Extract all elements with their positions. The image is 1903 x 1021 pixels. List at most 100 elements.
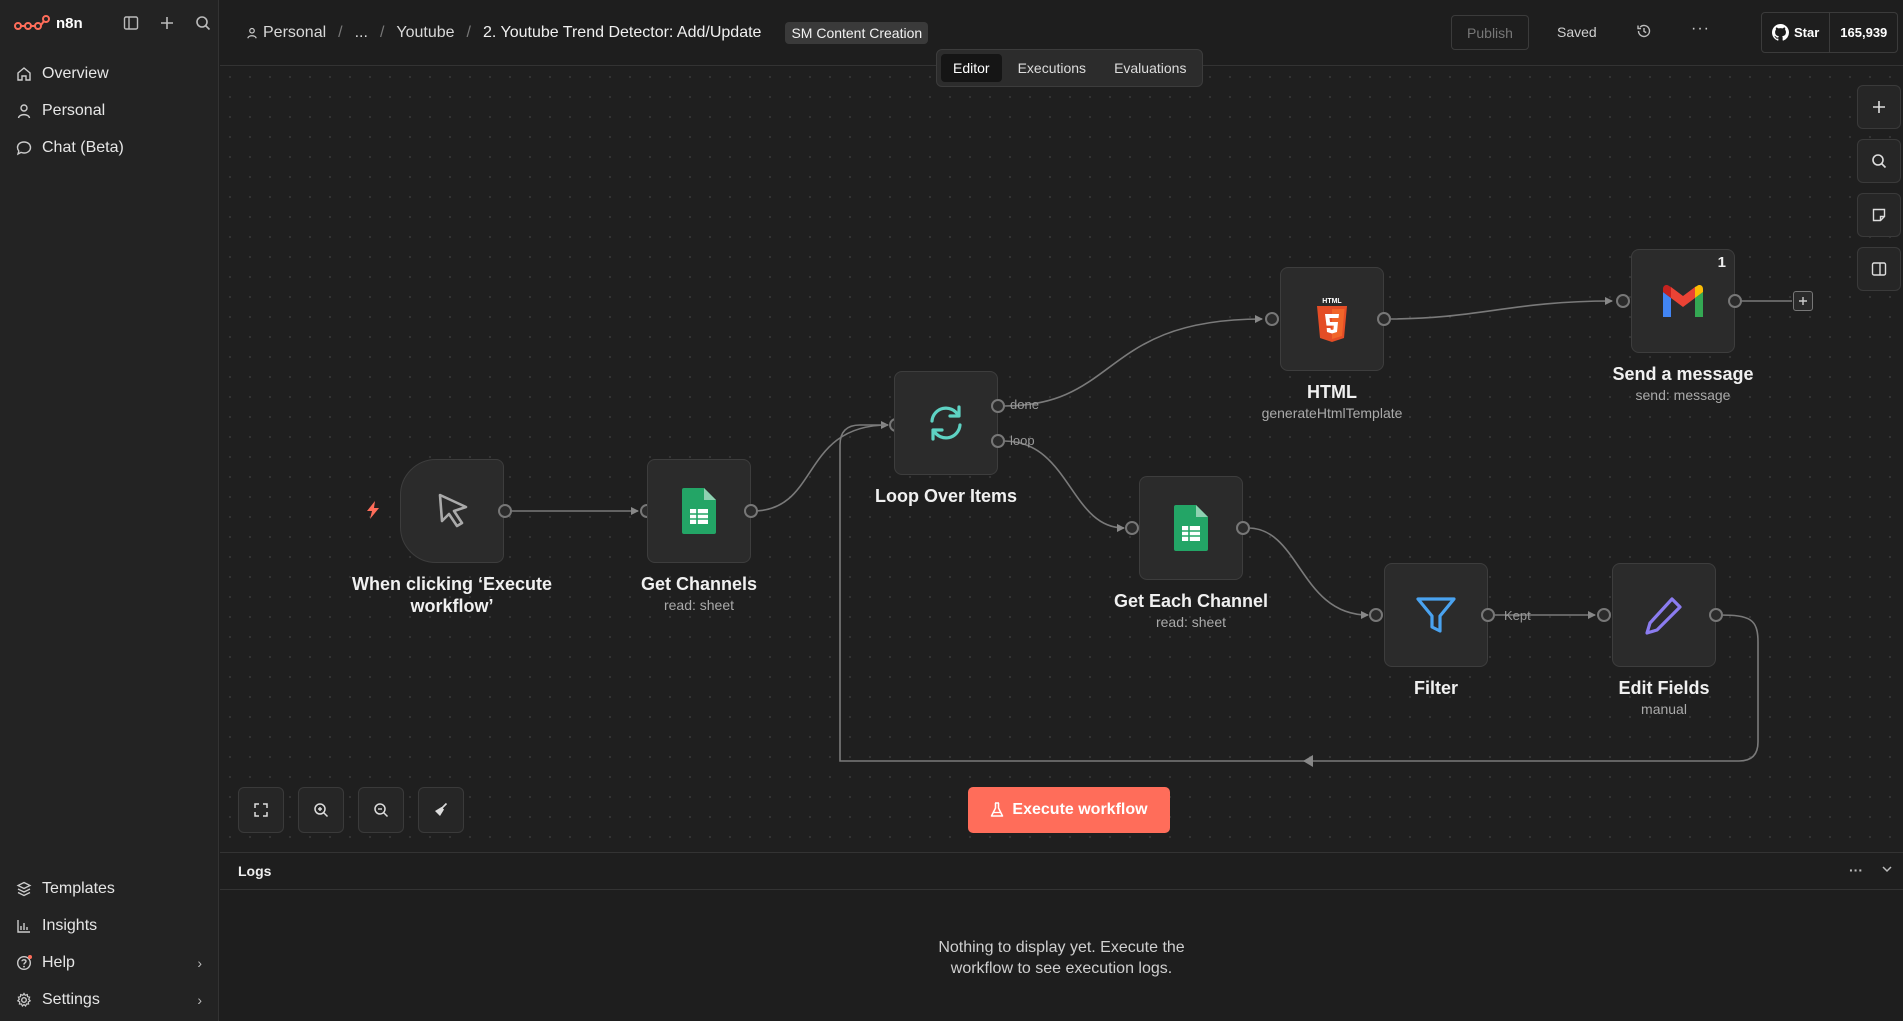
sidebar-item-personal[interactable]: Personal	[0, 92, 218, 129]
tab-evaluations[interactable]: Evaluations	[1102, 54, 1198, 82]
output-port[interactable]	[1709, 608, 1723, 622]
output-port[interactable]	[744, 504, 758, 518]
sidebar-item-chat[interactable]: Chat (Beta)	[0, 129, 218, 166]
sidebar-item-insights[interactable]: Insights	[0, 907, 218, 944]
github-star-button[interactable]: Star	[1762, 13, 1831, 52]
breadcrumb-youtube[interactable]: Youtube	[396, 24, 454, 42]
templates-icon	[16, 881, 32, 896]
breadcrumb: Personal / ... / Youtube / 2. Youtube Tr…	[246, 22, 929, 44]
add-icon[interactable]	[158, 14, 176, 32]
sticky-note-button[interactable]	[1857, 193, 1901, 237]
sidebar-item-label: Personal	[42, 101, 106, 119]
user-icon	[17, 103, 31, 118]
broom-icon	[435, 802, 448, 816]
canvas-bottom-toolbar	[238, 787, 464, 833]
workflow-title[interactable]: 2. Youtube Trend Detector: Add/Update	[483, 24, 761, 42]
node-html[interactable]: HTML	[1280, 267, 1384, 371]
google-sheets-icon	[682, 488, 716, 534]
sidebar-item-overview[interactable]: Overview	[0, 55, 218, 92]
input-port[interactable]	[1616, 294, 1630, 308]
history-icon[interactable]	[1636, 23, 1652, 44]
zoom-in-button[interactable]	[298, 787, 344, 833]
node-filter[interactable]	[1384, 563, 1488, 667]
node-get-channels[interactable]	[647, 459, 751, 563]
sidebar-top-nav: Overview Personal Chat (Beta)	[0, 55, 218, 166]
output-port[interactable]	[1377, 312, 1391, 326]
panel-icon	[1871, 262, 1887, 276]
chevron-right-icon: ›	[197, 954, 202, 971]
tab-editor[interactable]: Editor	[941, 54, 1002, 82]
plus-icon	[1873, 101, 1885, 113]
input-port[interactable]	[1597, 608, 1611, 622]
tidy-up-button[interactable]	[418, 787, 464, 833]
chevron-down-icon[interactable]	[1881, 862, 1893, 878]
lightning-bolt-icon	[367, 501, 379, 519]
google-sheets-icon	[1174, 505, 1208, 551]
node-subtitle: manual	[1641, 701, 1687, 717]
sidebar-item-label: Settings	[42, 990, 100, 1008]
sidebar-item-label: Overview	[42, 64, 109, 82]
output-port[interactable]	[1481, 608, 1495, 622]
n8n-logo[interactable]: n8n	[14, 14, 83, 32]
node-trigger[interactable]	[400, 459, 504, 563]
github-star-widget[interactable]: Star 165,939	[1761, 12, 1899, 53]
input-port[interactable]	[1369, 608, 1383, 622]
sidebar-item-templates[interactable]: Templates	[0, 870, 218, 907]
output-port-done[interactable]	[991, 399, 1005, 413]
input-port[interactable]	[1125, 521, 1139, 535]
node-subtitle: read: sheet	[663, 597, 735, 613]
output-label-kept: Kept	[1504, 608, 1531, 623]
svg-text:HTML: HTML	[1322, 298, 1342, 305]
toggle-sidebar-icon[interactable]	[122, 14, 140, 32]
chat-icon	[16, 140, 32, 155]
node-send-message[interactable]: 1	[1631, 249, 1735, 353]
breadcrumb-personal[interactable]: Personal	[246, 24, 326, 42]
node-edit-fields[interactable]	[1612, 563, 1716, 667]
zoom-out-button[interactable]	[358, 787, 404, 833]
node-loop-over-items[interactable]	[894, 371, 998, 475]
workflow-tag[interactable]: SM Content Creation	[785, 22, 929, 44]
search-icon[interactable]	[194, 14, 212, 32]
output-port[interactable]	[498, 504, 512, 518]
loopback-arrow	[1303, 755, 1313, 767]
output-port[interactable]	[1728, 294, 1742, 308]
toggle-panel-button[interactable]	[1857, 247, 1901, 291]
sidebar-item-help[interactable]: Help ›	[0, 944, 218, 981]
input-port[interactable]	[1265, 312, 1279, 326]
logs-header[interactable]: Logs ···	[220, 853, 1903, 890]
canvas-right-toolbar	[1857, 85, 1901, 291]
more-options-icon[interactable]: ···	[1691, 20, 1710, 38]
tab-executions[interactable]: Executions	[1006, 54, 1098, 82]
node-get-each-channel[interactable]	[1139, 476, 1243, 580]
logs-more-icon[interactable]: ···	[1849, 862, 1863, 878]
cursor-icon	[438, 493, 468, 528]
node-title-line: When clicking ‘Execute	[351, 574, 553, 594]
sidebar-item-settings[interactable]: Settings ›	[0, 981, 218, 1018]
breadcrumb-label: Personal	[263, 24, 327, 41]
node-title: Filter	[1413, 678, 1458, 698]
logs-panel: Logs ··· Nothing to display yet. Execute…	[220, 852, 1903, 1021]
search-icon	[1872, 154, 1887, 169]
flask-icon	[991, 802, 1004, 817]
logs-empty-line: workflow to see execution logs.	[950, 960, 1173, 977]
loop-refresh-icon	[930, 405, 962, 441]
output-port-loop[interactable]	[991, 434, 1005, 448]
execute-workflow-button[interactable]: Execute workflow	[968, 787, 1170, 833]
html5-icon: HTML	[1317, 298, 1347, 342]
node-title: Get Channels	[640, 574, 758, 594]
add-node-button[interactable]	[1857, 85, 1901, 129]
output-port[interactable]	[1236, 521, 1250, 535]
breadcrumb-ellipsis[interactable]: ...	[355, 24, 368, 42]
logs-empty-message: Nothing to display yet. Execute the work…	[220, 937, 1903, 979]
plus-icon	[1799, 297, 1807, 305]
search-nodes-button[interactable]	[1857, 139, 1901, 183]
fit-view-button[interactable]	[238, 787, 284, 833]
github-star-count: 165,939	[1840, 25, 1888, 40]
logs-empty-line: Nothing to display yet. Execute the	[938, 939, 1185, 956]
sidebar: n8n Overview Personal Chat (Beta) Templa…	[0, 0, 219, 1021]
publish-button[interactable]: Publish	[1451, 15, 1529, 50]
chevron-right-icon: ›	[197, 991, 202, 1008]
sidebar-item-label: Help	[42, 953, 75, 971]
workflow-canvas[interactable]: When clicking ‘Execute workflow’ Get Cha…	[220, 67, 1903, 852]
add-node-plus-button[interactable]	[1793, 291, 1813, 311]
